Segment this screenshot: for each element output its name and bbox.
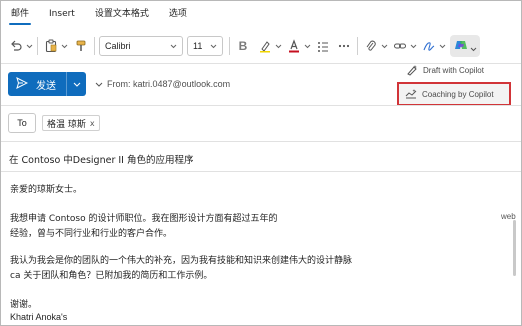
tab-insert[interactable]: Insert bbox=[39, 1, 85, 27]
ribbon-tabs: 邮件 Insert 设置文本格式 选项 bbox=[1, 1, 521, 27]
send-label: 发送 bbox=[36, 80, 56, 92]
vertical-scrollbar[interactable] bbox=[513, 220, 516, 276]
body-greeting[interactable]: 亲爱的琼斯女士。 bbox=[10, 182, 82, 195]
tab-options[interactable]: 选项 bbox=[159, 1, 197, 27]
bullets-icon[interactable] bbox=[314, 37, 332, 55]
to-button[interactable]: To bbox=[8, 113, 36, 133]
send-options-chevron-icon[interactable] bbox=[67, 72, 86, 96]
from-address: From: katri.0487@outlook.com bbox=[107, 79, 231, 89]
clipboard-icon[interactable] bbox=[42, 37, 60, 55]
toolbar-divider bbox=[357, 37, 358, 55]
chevron-down-icon bbox=[470, 37, 477, 56]
bold-icon[interactable]: B bbox=[234, 37, 252, 55]
signature-chevron-down-icon[interactable] bbox=[438, 37, 446, 55]
body-paragraph-1-line-1[interactable]: 我想申请 Contoso 的设计师职位。我在图形设计方面有超过五年的 bbox=[10, 211, 277, 224]
font-name-select[interactable]: Calibri bbox=[99, 36, 183, 56]
from-selector[interactable]: From: katri.0487@outlook.com bbox=[95, 75, 230, 93]
divider bbox=[1, 105, 521, 106]
coaching-icon bbox=[404, 87, 418, 101]
chevron-down-icon bbox=[170, 41, 177, 51]
recipient-name: 格温 琼斯 bbox=[47, 119, 86, 130]
ribbon-toolbar: Calibri 11 B bbox=[1, 31, 521, 61]
tab-message[interactable]: 邮件 bbox=[1, 1, 39, 27]
send-button-group: 发送 bbox=[8, 72, 86, 96]
draft-with-copilot-label: Draft with Copilot bbox=[423, 65, 484, 75]
font-color-icon[interactable] bbox=[285, 37, 303, 55]
body-signature[interactable]: Khatri Anoka's bbox=[10, 312, 67, 322]
divider bbox=[1, 141, 521, 142]
font-size-value: 11 bbox=[193, 41, 203, 51]
attach-chevron-down-icon[interactable] bbox=[380, 37, 388, 55]
copilot-button[interactable] bbox=[450, 35, 480, 57]
link-chevron-down-icon[interactable] bbox=[409, 37, 417, 55]
link-icon[interactable] bbox=[391, 37, 409, 55]
font-color-chevron-down-icon[interactable] bbox=[303, 37, 311, 55]
toolbar-divider bbox=[229, 37, 230, 55]
draft-pen-icon bbox=[405, 63, 419, 77]
signature-icon[interactable] bbox=[420, 37, 438, 55]
font-name-value: Calibri bbox=[105, 41, 131, 51]
coaching-by-copilot-item[interactable]: Coaching by Copilot bbox=[397, 82, 511, 106]
font-size-select[interactable]: 11 bbox=[187, 36, 223, 56]
undo-chevron-down-icon[interactable] bbox=[25, 37, 33, 55]
chevron-down-icon bbox=[210, 41, 217, 51]
remove-recipient-icon[interactable]: x bbox=[90, 119, 95, 128]
body-paragraph-1-line-2[interactable]: 经验，曾与不同行业和行业的客户合作。 bbox=[10, 226, 172, 239]
body-paragraph-2-line-1[interactable]: 我认为我会是你的团队的一个伟大的补充，因为我有技能和知识来创建伟大的设计静脉 bbox=[10, 253, 352, 266]
body-paragraph-2-line-2[interactable]: ca 关于团队和角色？已附加我的简历和工作示例。 bbox=[10, 268, 212, 281]
email-compose-window: 邮件 Insert 设置文本格式 选项 Calibri 11 B Draft w… bbox=[0, 0, 522, 326]
paste-chevron-down-icon[interactable] bbox=[60, 37, 68, 55]
divider bbox=[1, 63, 521, 64]
toolbar-divider bbox=[37, 37, 38, 55]
format-painter-icon[interactable] bbox=[72, 37, 90, 55]
body-closing[interactable]: 谢谢。 bbox=[10, 297, 37, 310]
send-icon bbox=[16, 76, 29, 92]
attach-icon[interactable] bbox=[362, 37, 380, 55]
chevron-down-icon bbox=[95, 79, 103, 89]
highlighter-icon[interactable] bbox=[256, 37, 274, 55]
toolbar-divider bbox=[94, 37, 95, 55]
undo-icon[interactable] bbox=[7, 37, 25, 55]
highlight-chevron-down-icon[interactable] bbox=[274, 37, 282, 55]
divider bbox=[1, 171, 521, 172]
subject-field[interactable]: 在 Contoso 中Designer II 角色的应用程序 bbox=[9, 152, 194, 166]
copilot-icon bbox=[454, 37, 468, 56]
more-icon[interactable] bbox=[335, 37, 353, 55]
tab-format-text[interactable]: 设置文本格式 bbox=[85, 1, 159, 27]
copilot-menu: Draft with Copilot Coaching by Copilot bbox=[397, 60, 514, 106]
coaching-by-copilot-label: Coaching by Copilot bbox=[422, 89, 494, 99]
send-button[interactable]: 发送 bbox=[8, 72, 66, 96]
recipient-chip[interactable]: 格温 琼斯 x bbox=[42, 115, 100, 131]
